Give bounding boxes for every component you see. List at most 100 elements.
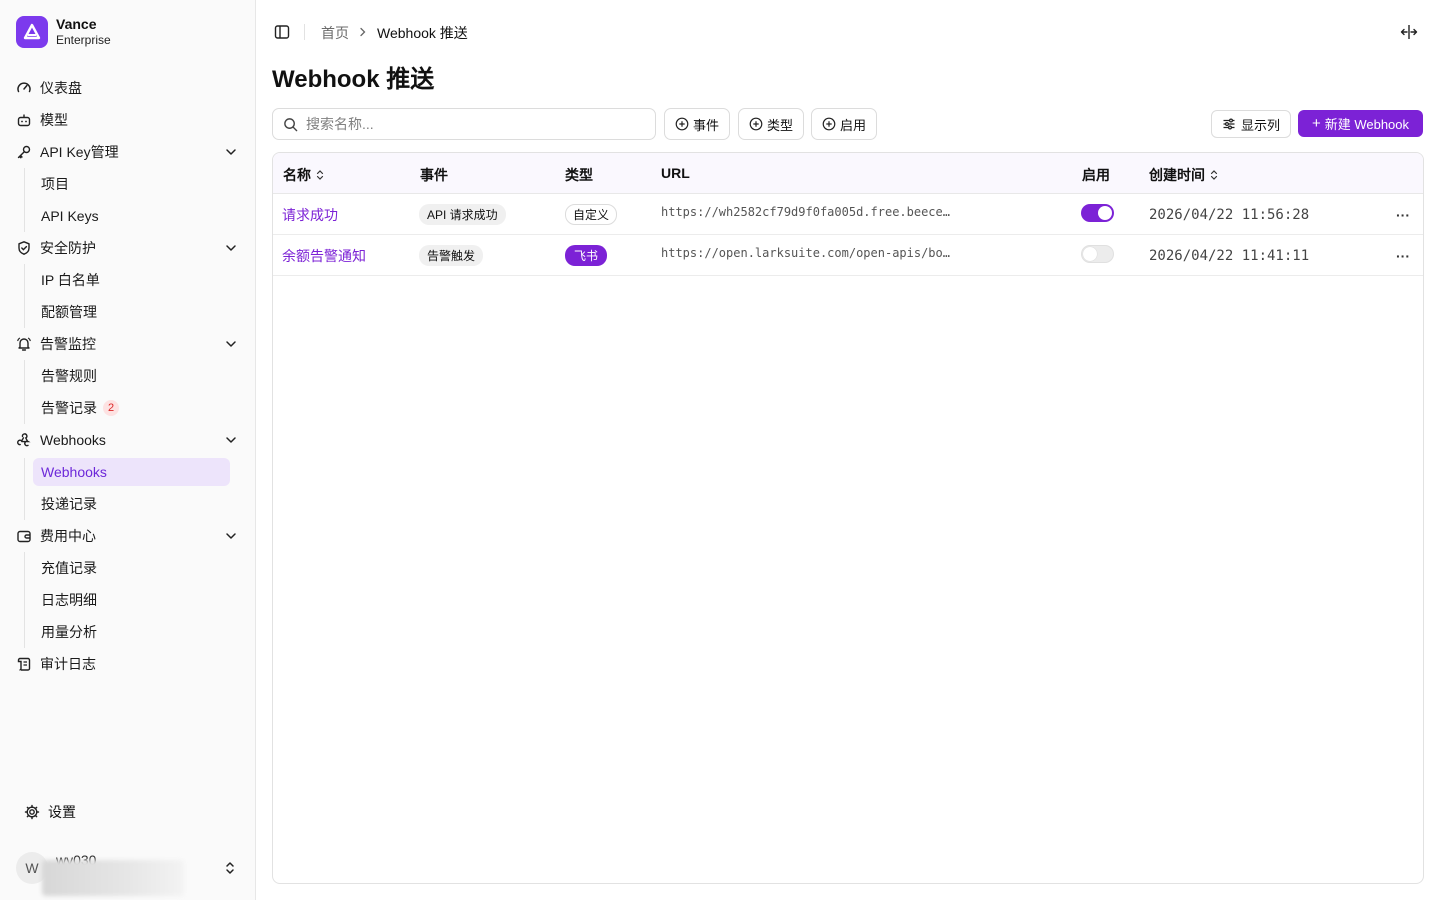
more-actions-icon[interactable]: ···	[1396, 248, 1410, 264]
gear-icon	[24, 804, 40, 820]
sidebar-item-label: 安全防护	[40, 240, 96, 256]
sidebar-item-label: 费用中心	[40, 528, 96, 544]
table-row[interactable]: 请求成功 API 请求成功 自定义 https://wh2582cf79d9f0…	[273, 194, 1423, 235]
wallet-icon	[16, 528, 32, 544]
sidebar-item-delivery-records[interactable]: 投递记录	[33, 488, 230, 520]
column-header-event: 事件	[420, 165, 448, 185]
sidebar-item-audit-log[interactable]: 审计日志	[8, 648, 248, 680]
chevron-down-icon[interactable]	[224, 529, 238, 543]
created-time: 2026/04/22 11:41:11	[1149, 247, 1310, 264]
plus-circle-icon	[822, 117, 836, 131]
user-info-blurred	[42, 860, 184, 896]
settings-link[interactable]: 设置	[24, 802, 76, 822]
column-label: URL	[661, 165, 690, 181]
expand-horizontal-icon[interactable]	[1400, 24, 1418, 40]
search-icon	[284, 117, 298, 131]
column-label: 名称	[283, 167, 311, 183]
webhook-name-link[interactable]: 余额告警通知	[282, 246, 366, 266]
sidebar-item-alert-records[interactable]: 告警记录 2	[33, 392, 230, 424]
sidebar-item-alerts[interactable]: 告警监控	[8, 328, 248, 360]
enabled-toggle[interactable]	[1081, 244, 1114, 263]
new-webhook-button[interactable]: + 新建 Webhook	[1298, 110, 1423, 137]
sidebar-item-label: 审计日志	[40, 656, 96, 672]
search-box[interactable]	[272, 108, 656, 140]
column-label: 类型	[565, 167, 593, 183]
chevron-down-icon[interactable]	[224, 337, 238, 351]
chevron-down-icon[interactable]	[224, 433, 238, 447]
sidebar-item-label: 告警记录	[41, 400, 97, 416]
shield-icon	[16, 240, 32, 256]
chevron-right-icon	[358, 26, 368, 40]
filter-enabled-button[interactable]: 启用	[811, 108, 878, 140]
sidebar-item-webhooks-group[interactable]: Webhooks	[8, 424, 248, 456]
column-label: 事件	[420, 167, 448, 183]
settings-label: 设置	[48, 804, 76, 820]
filter-label: 事件	[693, 117, 720, 133]
sidebar-item-security[interactable]: 安全防护	[8, 232, 248, 264]
enabled-toggle[interactable]	[1081, 203, 1114, 222]
key-icon	[16, 144, 32, 160]
column-header-name[interactable]: 名称	[283, 165, 325, 185]
filter-type-button[interactable]: 类型	[738, 108, 805, 140]
type-badge: 自定义	[565, 204, 618, 225]
sidebar-item-label: Webhooks	[40, 432, 106, 448]
sidebar-nav: 仪表盘 模型 API Key管理 项目 API Keys 安全防护 IP 白名单…	[8, 72, 248, 680]
column-label: 启用	[1082, 167, 1110, 183]
sidebar-item-label: API Key管理	[40, 144, 119, 160]
display-columns-button[interactable]: 显示列	[1211, 110, 1292, 138]
plus-icon: +	[1311, 115, 1321, 132]
type-badge: 飞书	[565, 245, 608, 266]
sidebar: Vance Enterprise 仪表盘 模型 API Key管理 项目 API…	[0, 0, 256, 900]
sidebar-item-api-key[interactable]: API Key管理	[8, 136, 248, 168]
sidebar-item-log-details[interactable]: 日志明细	[33, 584, 230, 616]
bot-icon	[16, 112, 32, 128]
breadcrumb-current: Webhook 推送	[377, 25, 468, 41]
sidebar-item-webhooks[interactable]: Webhooks	[33, 458, 230, 486]
scroll-icon	[16, 656, 32, 672]
header-divider	[304, 24, 305, 40]
more-actions-icon[interactable]: ···	[1396, 207, 1410, 223]
plus-circle-icon	[675, 117, 689, 131]
column-header-created[interactable]: 创建时间	[1149, 165, 1219, 185]
chevrons-up-down-icon[interactable]	[222, 860, 238, 876]
sort-icon	[1210, 170, 1218, 180]
sidebar-item-api-keys[interactable]: API Keys	[33, 200, 230, 232]
alert-count-badge: 2	[103, 400, 119, 416]
column-label: 创建时间	[1149, 167, 1205, 183]
sidebar-item-label: 告警监控	[40, 336, 96, 352]
table-header: 名称 事件 类型 URL 启用 创建时间	[273, 153, 1423, 194]
column-header-url: URL	[661, 165, 690, 181]
bell-icon	[16, 336, 32, 352]
brand-name: Vance	[56, 16, 97, 32]
sidebar-item-label: 模型	[40, 112, 68, 128]
webhook-url: https://open.larksuite.com/open-apis/bot…	[661, 245, 957, 260]
sidebar-item-billing[interactable]: 费用中心	[8, 520, 248, 552]
user-menu[interactable]: W wy030	[16, 852, 240, 896]
chevron-down-icon[interactable]	[224, 145, 238, 159]
event-badge: API 请求成功	[419, 204, 506, 225]
webhook-url: https://wh2582cf79d9f0fa005d.free.beecep…	[661, 204, 957, 219]
sidebar-item-recharge[interactable]: 充值记录	[33, 552, 230, 584]
top-header: 首页 Webhook 推送	[256, 0, 1440, 64]
filter-label: 类型	[767, 117, 794, 133]
chevron-down-icon[interactable]	[224, 241, 238, 255]
search-input[interactable]	[306, 116, 646, 132]
sidebar-item-alert-rules[interactable]: 告警规则	[33, 360, 230, 392]
sidebar-item-quota[interactable]: 配额管理	[33, 296, 230, 328]
filter-event-button[interactable]: 事件	[664, 108, 731, 140]
sidebar-item-dashboard[interactable]: 仪表盘	[8, 72, 248, 104]
brand-logo-icon	[16, 16, 48, 48]
new-webhook-label: 新建 Webhook	[1324, 117, 1410, 132]
sidebar-toggle-icon[interactable]	[274, 24, 290, 40]
sidebar-item-usage[interactable]: 用量分析	[33, 616, 230, 648]
sidebar-item-models[interactable]: 模型	[8, 104, 248, 136]
sidebar-item-projects[interactable]: 项目	[33, 168, 230, 200]
webhook-name-link[interactable]: 请求成功	[282, 205, 338, 225]
sidebar-item-ip-whitelist[interactable]: IP 白名单	[33, 264, 230, 296]
brand-subtitle: Enterprise	[56, 33, 111, 47]
brand[interactable]: Vance Enterprise	[16, 16, 111, 48]
breadcrumb-home[interactable]: 首页	[321, 23, 349, 43]
gauge-icon	[16, 80, 32, 96]
table-row[interactable]: 余额告警通知 告警触发 飞书 https://open.larksuite.co…	[273, 235, 1423, 276]
column-header-enabled: 启用	[1082, 165, 1110, 185]
